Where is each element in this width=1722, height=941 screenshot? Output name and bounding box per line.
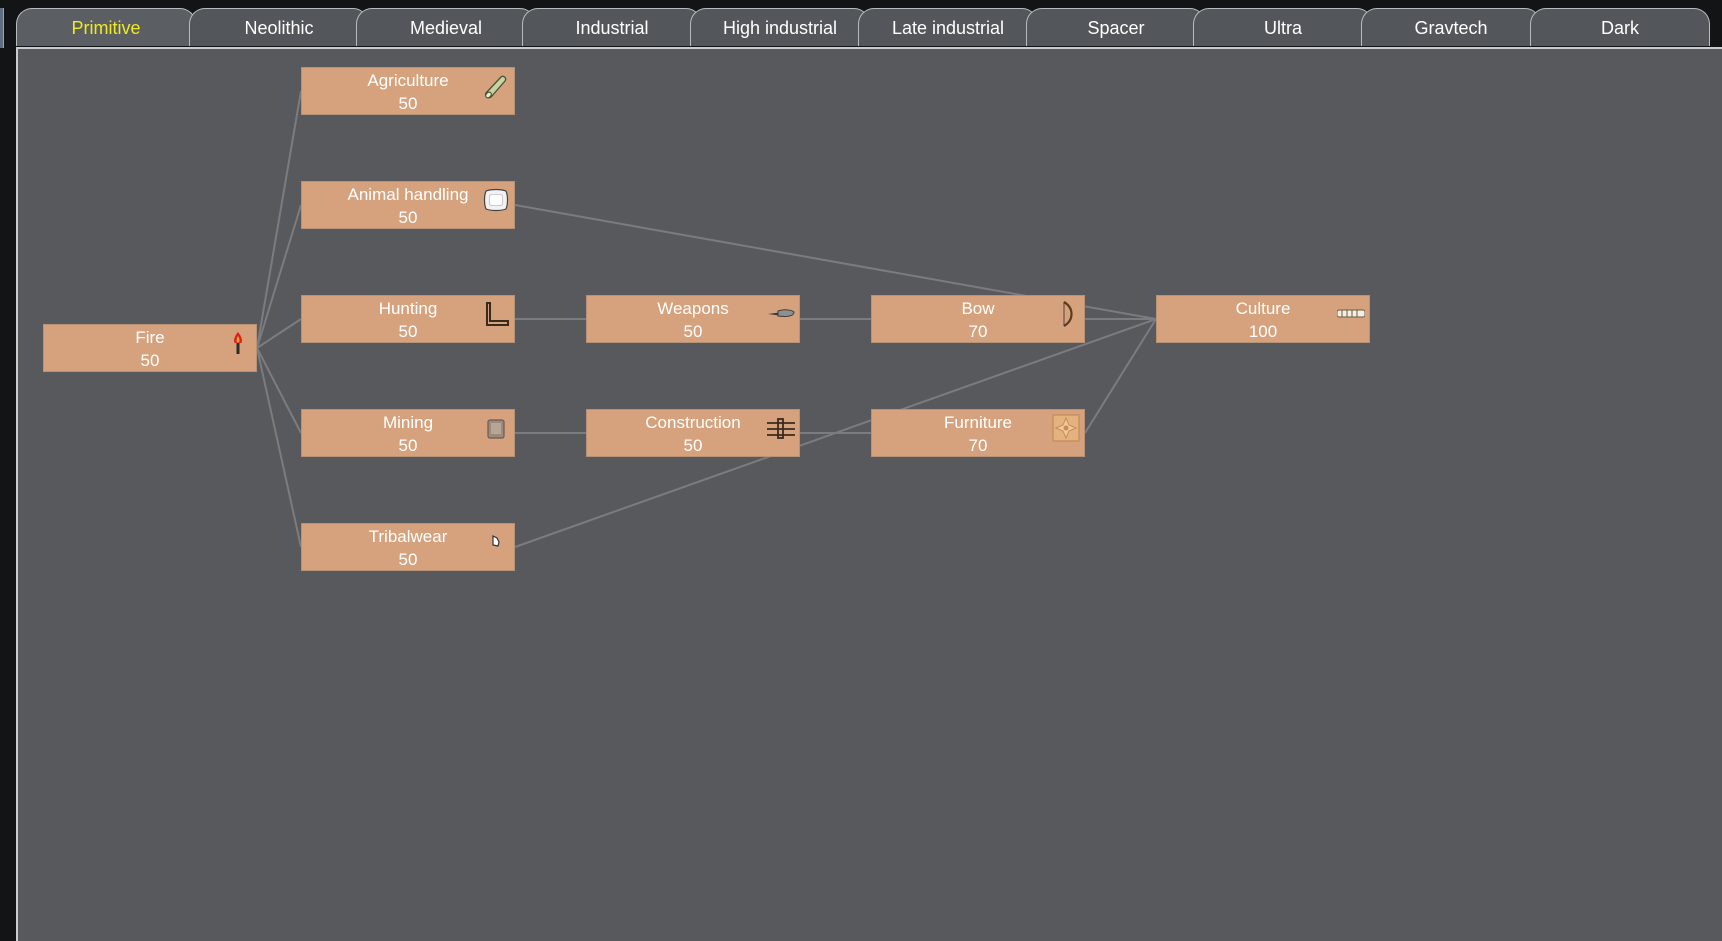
connector-fire-to-mining xyxy=(256,347,302,434)
connector-fire-to-agriculture xyxy=(256,90,302,349)
research-tree-canvas[interactable]: Fire 50 Agriculture 50 Animal handling 5… xyxy=(16,49,1722,941)
tab-dark[interactable]: Dark xyxy=(1530,8,1710,46)
rug-icon xyxy=(1052,414,1080,442)
research-mining[interactable]: Mining 50 xyxy=(301,409,515,457)
torch-icon xyxy=(234,332,242,354)
research-animal-handling[interactable]: Animal handling 50 xyxy=(301,181,515,229)
tab-medieval[interactable]: Medieval xyxy=(356,8,536,46)
research-hunting[interactable]: Hunting 50 xyxy=(301,295,515,343)
tab-ultra[interactable]: Ultra xyxy=(1193,8,1373,46)
shirt-icon xyxy=(492,535,500,547)
era-tab-bar: Primitive Neolithic Medieval Industrial … xyxy=(16,8,1722,49)
tab-gravtech[interactable]: Gravtech xyxy=(1361,8,1541,46)
fabric-icon xyxy=(483,188,509,212)
research-furniture[interactable]: Furniture 70 xyxy=(871,409,1085,457)
connector-fire-to-animal-handling xyxy=(256,204,302,349)
research-agriculture[interactable]: Agriculture 50 xyxy=(301,67,515,115)
research-construction[interactable]: Construction 50 xyxy=(586,409,800,457)
log-icon xyxy=(484,75,507,99)
prerequisite-lines xyxy=(256,90,1157,548)
connector-furniture-to-culture xyxy=(1084,318,1157,434)
research-culture[interactable]: Culture 100 xyxy=(1156,295,1370,343)
research-fire[interactable]: Fire 50 xyxy=(43,324,257,372)
research-tribalwear[interactable]: Tribalwear 50 xyxy=(301,523,515,571)
frame-icon xyxy=(486,302,509,326)
ore-icon xyxy=(487,419,505,439)
tab-spacer[interactable]: Spacer xyxy=(1026,8,1206,46)
left-panel-edge xyxy=(0,8,4,48)
research-weapons[interactable]: Weapons 50 xyxy=(586,295,800,343)
research-bow[interactable]: Bow 70 xyxy=(871,295,1085,343)
wall-icon xyxy=(767,418,795,439)
tab-late-industrial[interactable]: Late industrial xyxy=(858,8,1038,46)
club-icon xyxy=(768,309,795,318)
connector-fire-to-tribalwear xyxy=(256,347,302,548)
bow-icon xyxy=(1063,301,1073,327)
tab-primitive[interactable]: Primitive xyxy=(16,8,196,46)
tab-industrial[interactable]: Industrial xyxy=(522,8,702,46)
skeleton-icon xyxy=(1337,309,1365,318)
tab-neolithic[interactable]: Neolithic xyxy=(189,8,369,46)
tab-high-industrial[interactable]: High industrial xyxy=(690,8,870,46)
